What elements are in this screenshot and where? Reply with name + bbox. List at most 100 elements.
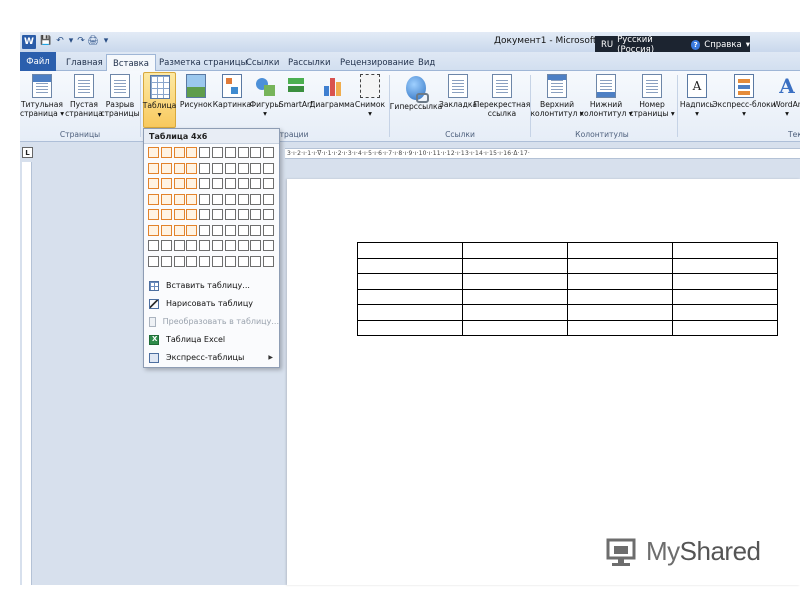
table-grid-cell[interactable] (250, 240, 262, 251)
table-grid-cell[interactable] (186, 224, 198, 236)
table-grid-cell[interactable] (250, 147, 262, 158)
table-grid-cell[interactable] (173, 224, 185, 236)
print-icon[interactable]: 🖨 (87, 35, 99, 47)
table-grid-cell[interactable] (237, 178, 249, 189)
table-cell[interactable] (672, 304, 778, 321)
wordart-button[interactable]: A WordAr ▾ (774, 74, 800, 118)
table-grid-cell[interactable] (148, 193, 159, 205)
tab-selector[interactable]: L (22, 147, 33, 158)
table-grid-cell[interactable] (173, 240, 185, 251)
table-grid-cell[interactable] (160, 224, 172, 236)
page-break-button[interactable]: Разрыв страницы (100, 74, 140, 118)
table-cell[interactable] (357, 319, 463, 336)
table-grid-cell[interactable] (199, 224, 211, 236)
table-cell[interactable] (567, 257, 673, 274)
text-box-button[interactable]: A Надпись ▾ (680, 74, 714, 118)
clip-art-button[interactable]: Картинка (213, 74, 251, 109)
table-grid-cell[interactable] (212, 162, 223, 174)
table-row[interactable] (357, 242, 778, 259)
table-grid-cell[interactable] (237, 240, 249, 251)
table-cell[interactable] (567, 304, 673, 321)
table-cell[interactable] (462, 257, 568, 274)
table-cell[interactable] (462, 273, 568, 290)
table-grid-cell[interactable] (237, 147, 249, 158)
table-cell[interactable] (672, 273, 778, 290)
table-grid-cell[interactable] (212, 240, 223, 251)
table-cell[interactable] (567, 288, 673, 305)
table-grid-cell[interactable] (224, 240, 236, 251)
table-cell[interactable] (567, 273, 673, 290)
quick-tables-item[interactable]: Экспресс-таблицы ▶ (144, 349, 279, 366)
table-button[interactable]: Таблица ▾ (143, 72, 176, 128)
table-grid-cell[interactable] (173, 147, 185, 158)
cover-page-button[interactable]: Титульная страница ▾ (20, 74, 64, 118)
table-grid-cell[interactable] (148, 178, 159, 189)
table-row[interactable] (357, 273, 778, 290)
blank-page-button[interactable]: Пустая страница (64, 74, 104, 118)
table-grid-cell[interactable] (199, 178, 211, 189)
table-grid-cell[interactable] (224, 255, 236, 267)
table-grid-cell[interactable] (186, 209, 198, 220)
table-cell[interactable] (567, 242, 673, 259)
vertical-ruler[interactable] (22, 162, 32, 585)
table-grid-cell[interactable] (160, 255, 172, 267)
save-icon[interactable]: 💾 (40, 35, 52, 47)
table-grid-cell[interactable] (263, 147, 275, 158)
table-grid-cell[interactable] (199, 147, 211, 158)
table-grid-cell[interactable] (186, 178, 198, 189)
table-cell[interactable] (357, 242, 463, 259)
table-grid-cell[interactable] (173, 255, 185, 267)
table-grid-cell[interactable] (250, 193, 262, 205)
table-row[interactable] (357, 288, 778, 305)
table-grid-cell[interactable] (250, 224, 262, 236)
footer-button[interactable]: Нижний колонтитул ▾ (579, 74, 633, 118)
screenshot-button[interactable]: Снимок ▾ (354, 74, 386, 118)
customize-toolbar-icon[interactable]: ▾ (100, 35, 112, 47)
table-grid-cell[interactable] (263, 224, 275, 236)
table-grid-cell[interactable] (212, 224, 223, 236)
table-grid-cell[interactable] (160, 240, 172, 251)
language-bar-options-icon[interactable]: ▾ (746, 40, 750, 50)
table-cell[interactable] (567, 319, 673, 336)
tab-insert[interactable]: Вставка (106, 54, 157, 72)
chart-button[interactable]: Диаграмма (309, 74, 355, 109)
table-cell[interactable] (462, 242, 568, 259)
table-cell[interactable] (462, 288, 568, 305)
quick-parts-button[interactable]: Экспресс-блоки ▾ (712, 74, 776, 118)
table-grid-cell[interactable] (263, 162, 275, 174)
help-icon[interactable]: ? (691, 40, 701, 50)
table-grid-cell[interactable] (212, 147, 223, 158)
table-grid-cell[interactable] (212, 178, 223, 189)
table-grid-cell[interactable] (173, 178, 185, 189)
table-grid-cell[interactable] (160, 193, 172, 205)
table-grid-cell[interactable] (212, 209, 223, 220)
table-cell[interactable] (357, 273, 463, 290)
tab-file[interactable]: Файл (20, 52, 56, 71)
table-cell[interactable] (462, 319, 568, 336)
table-cell[interactable] (357, 304, 463, 321)
table-cell[interactable] (672, 242, 778, 259)
picture-button[interactable]: Рисунок (180, 74, 212, 109)
table-grid-cell[interactable] (160, 209, 172, 220)
table-grid-cell[interactable] (263, 193, 275, 205)
table-grid-cell[interactable] (160, 147, 172, 158)
table-grid-cell[interactable] (148, 147, 159, 158)
table-grid-cell[interactable] (199, 240, 211, 251)
horizontal-ruler[interactable]: 3·ı·2·ı·1·ı·ᐁ·ı·1·ı·2·ı·3·ı·4·ı·5·ı·6·ı·… (285, 148, 800, 159)
draw-table-item[interactable]: Нарисовать таблицу (144, 295, 279, 312)
tab-references[interactable]: Ссылки (240, 54, 285, 71)
table-grid-cell[interactable] (199, 209, 211, 220)
bookmark-button[interactable]: Закладка (439, 74, 477, 109)
table-grid-cell[interactable] (224, 209, 236, 220)
table-cell[interactable] (672, 257, 778, 274)
table-grid-cell[interactable] (148, 162, 159, 174)
table-grid-cell[interactable] (186, 255, 198, 267)
cross-reference-button[interactable]: Перекрестная ссылка (474, 74, 530, 118)
table-row[interactable] (357, 304, 778, 321)
table-cell[interactable] (357, 257, 463, 274)
table-cell[interactable] (672, 288, 778, 305)
table-cell[interactable] (357, 288, 463, 305)
table-cell[interactable] (672, 319, 778, 336)
table-grid-cell[interactable] (250, 162, 262, 174)
tab-mailings[interactable]: Рассылки (282, 54, 336, 71)
